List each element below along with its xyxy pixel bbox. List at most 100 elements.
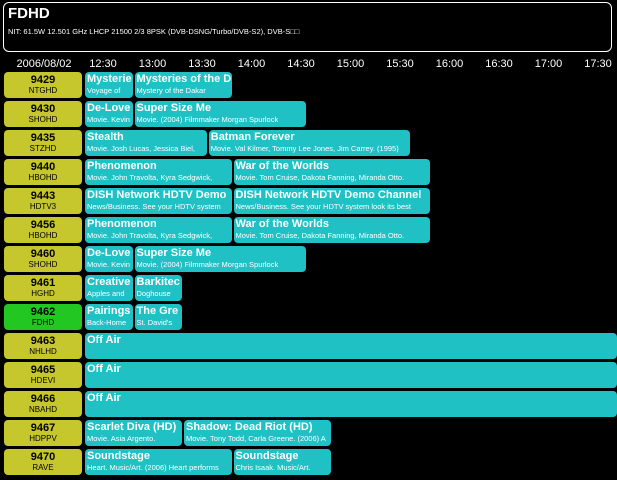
channel-callsign: SHOHD: [28, 260, 58, 269]
time-tick: 13:30: [188, 58, 216, 70]
program-description: Movie. Tom Cruise, Dakota Fanning, Miran…: [235, 173, 405, 182]
program-description: Movie. John Travolta, Kyra Sedgwick,: [87, 173, 213, 182]
program-description: Movie. Asia Argento.: [87, 434, 156, 443]
channel-cell[interactable]: 9461 HGHD: [4, 275, 82, 301]
channel-cell[interactable]: 9467 HDPPV: [4, 420, 82, 446]
channel-number: 9443: [30, 190, 56, 202]
program-cell[interactable]: Barkitec Doghouse: [134, 275, 182, 301]
program-description: Heart. Music/Art. (2006) Heart performs: [87, 463, 219, 472]
channel-callsign: NBAHD: [28, 405, 57, 414]
program-title: Barkitec: [136, 276, 180, 288]
channel-number: 9429: [30, 74, 56, 86]
program-cell[interactable]: Super Size Me Movie. (2004) Filmmaker Mor…: [134, 246, 306, 272]
time-tick: 17:00: [534, 58, 563, 70]
program-cell[interactable]: War of the Worlds Movie. Tom Cruise, Dako…: [233, 217, 430, 243]
channel-number: 9463: [30, 335, 56, 347]
program-cell[interactable]: Off Air: [85, 333, 617, 359]
time-tick: 15:30: [386, 58, 414, 70]
program-cell[interactable]: Off Air: [85, 362, 617, 388]
program-cell[interactable]: Mysterie Voyage of: [85, 72, 133, 98]
channel-number: 9461: [30, 277, 56, 289]
program-title: Soundstage: [87, 450, 150, 462]
program-title: DISH Network HDTV Demo Channel: [235, 189, 422, 201]
program-description: Movie. John Travolta, Kyra Sedgwick,: [87, 231, 213, 240]
channel-cell[interactable]: 9430 SHOHD: [4, 101, 82, 127]
program-cell[interactable]: Scarlet Diva (HD) Movie. Asia Argento.: [85, 420, 182, 446]
channel-callsign: SHOHD: [28, 115, 58, 124]
program-description: Movie. (2004) Filmmaker Morgan Spurlock: [136, 115, 279, 124]
program-cell[interactable]: Phenomenon Movie. John Travolta, Kyra Sed…: [85, 159, 232, 185]
channel-callsign: NHLHD: [29, 347, 57, 356]
program-cell[interactable]: War of the Worlds Movie. Tom Cruise, Dako…: [233, 159, 430, 185]
program-description: News/Business. See your HDTV system look…: [235, 202, 411, 211]
channel-cell[interactable]: 9465 HDEVI: [4, 362, 82, 388]
program-description: Movie. Kevin: [87, 115, 130, 124]
channel-number: 9435: [30, 132, 56, 144]
program-title: De-Love: [87, 102, 131, 114]
channel-row: 9463 NHLHD Off Air: [0, 333, 617, 359]
time-tick: 17:30: [584, 58, 612, 70]
channel-callsign: NTGHD: [28, 86, 58, 95]
program-cell[interactable]: Shadow: Dead Riot (HD) Movie. Tony Todd, …: [184, 420, 331, 446]
program-description: Doghouse: [136, 289, 171, 298]
program-cell[interactable]: Mysteries of the D Mystery of the Dakar: [134, 72, 232, 98]
channel-row: 9467 HDPPV Scarlet Diva (HD) Movie. Asia Ar…: [0, 420, 617, 446]
channel-row: 9462 FDHD Pairings Back-Home The Gre St. Davi…: [0, 304, 617, 330]
channel-number: 9466: [30, 393, 56, 405]
program-cell[interactable]: The Gre St. David's: [134, 304, 182, 330]
channel-cell[interactable]: 9443 HDTV3: [4, 188, 82, 214]
channel-cell[interactable]: 9460 SHOHD: [4, 246, 82, 272]
channel-cell-selected[interactable]: 9462 FDHD: [4, 304, 82, 330]
program-cell[interactable]: Super Size Me Movie. (2004) Filmmaker Mor…: [134, 101, 306, 127]
channel-row: 9429 NTGHD Mysterie Voyage of Mysteries of t…: [0, 72, 617, 98]
program-title: Pairings: [87, 305, 131, 317]
channel-cell[interactable]: 9435 STZHD: [4, 130, 82, 156]
program-title: Mysteries of the D: [136, 73, 232, 85]
program-cell[interactable]: Pairings Back-Home: [85, 304, 133, 330]
channel-row: 9470 RAVE Soundstage Heart. Music/Art. (200…: [0, 449, 617, 475]
program-cell[interactable]: De-Love Movie. Kevin: [85, 101, 133, 127]
program-title: Off Air: [87, 363, 121, 375]
channel-row: 9465 HDEVI Off Air: [0, 362, 617, 388]
channel-callsign: FDHD: [31, 318, 55, 327]
program-cell[interactable]: Creative Apples and: [85, 275, 133, 301]
program-title: Creative: [87, 276, 131, 288]
channel-row: 9466 NBAHD Off Air: [0, 391, 617, 417]
time-tick: 15:00: [336, 58, 365, 70]
program-cell[interactable]: Soundstage Heart. Music/Art. (2006) Heart…: [85, 449, 232, 475]
program-cell[interactable]: Phenomenon Movie. John Travolta, Kyra Sed…: [85, 217, 232, 243]
program-cell[interactable]: Off Air: [85, 391, 617, 417]
program-description: Mystery of the Dakar: [136, 86, 206, 95]
program-cell[interactable]: Batman Forever Movie. Val Kilmer, Tommy L…: [208, 130, 410, 156]
program-cell[interactable]: De-Love Movie. Kevin: [85, 246, 133, 272]
channel-cell[interactable]: 9470 RAVE: [4, 449, 82, 475]
program-cell[interactable]: Soundstage Chris Isaak. Music/Art.: [233, 449, 331, 475]
channel-callsign: STZHD: [29, 144, 57, 153]
channel-cell[interactable]: 9429 NTGHD: [4, 72, 82, 98]
channel-row: 9440 HBOHD Phenomenon Movie. John Travolta,…: [0, 159, 617, 185]
channel-number: 9430: [30, 103, 56, 115]
program-title: Phenomenon: [87, 218, 157, 230]
program-title: Scarlet Diva (HD): [87, 421, 177, 433]
program-description: Movie. Tony Todd, Carla Greene. (2006) A: [186, 434, 326, 443]
program-title: Soundstage: [235, 450, 299, 462]
channel-cell[interactable]: 9466 NBAHD: [4, 391, 82, 417]
program-description: Movie. Tom Cruise, Dakota Fanning, Miran…: [235, 231, 405, 240]
program-cell[interactable]: DISH Network HDTV Demo Channel News/Busin…: [233, 188, 430, 214]
program-title: Super Size Me: [136, 102, 212, 114]
program-cell[interactable]: DISH Network HDTV Demo News/Business. See…: [85, 188, 232, 214]
program-title: War of the Worlds: [235, 218, 330, 230]
program-cell[interactable]: Stealth Movie. Josh Lucas, Jessica Biel,: [85, 130, 207, 156]
channel-cell[interactable]: 9463 NHLHD: [4, 333, 82, 359]
guide-date: 2006/08/02: [16, 58, 72, 70]
program-title: De-Love: [87, 247, 131, 259]
channel-cell[interactable]: 9440 HBOHD: [4, 159, 82, 185]
channel-number: 9440: [30, 161, 56, 173]
time-tick: 14:30: [287, 58, 315, 70]
channel-row: 9461 HGHD Creative Apples and Barkitec Doghou…: [0, 275, 617, 301]
program-description: Movie. (2004) Filmmaker Morgan Spurlock: [136, 260, 279, 269]
time-tick: 14:00: [237, 58, 266, 70]
channel-cell[interactable]: 9456 HBOHD: [4, 217, 82, 243]
program-description: Movie. Josh Lucas, Jessica Biel,: [87, 144, 195, 153]
program-description: Voyage of: [87, 86, 121, 95]
